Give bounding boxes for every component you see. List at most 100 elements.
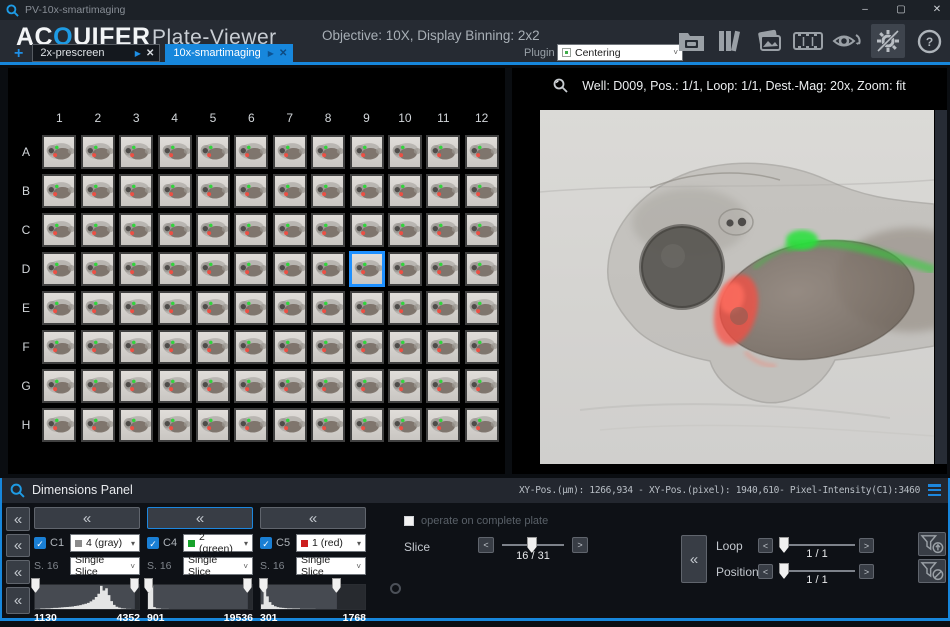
operate-on-plate-checkbox[interactable]	[404, 516, 414, 526]
tab-close-icon[interactable]	[146, 47, 154, 59]
well-A12[interactable]	[465, 135, 499, 169]
minimize-button[interactable]: –	[858, 0, 872, 20]
well-F8[interactable]	[311, 330, 345, 364]
channel-collapse-button[interactable]: «	[260, 507, 366, 529]
well-C4[interactable]	[158, 213, 192, 247]
well-G8[interactable]	[311, 369, 345, 403]
well-C9[interactable]	[350, 213, 384, 247]
channel-histogram[interactable]	[147, 584, 253, 610]
well-D7[interactable]	[273, 252, 307, 286]
well-A5[interactable]	[196, 135, 230, 169]
well-H7[interactable]	[273, 408, 307, 442]
well-E2[interactable]	[81, 291, 115, 325]
well-C8[interactable]	[311, 213, 345, 247]
well-B10[interactable]	[388, 174, 422, 208]
well-B6[interactable]	[234, 174, 268, 208]
well-H6[interactable]	[234, 408, 268, 442]
channel-mode-select[interactable]: Single Slice ˅	[70, 557, 140, 575]
image-export-button[interactable]	[754, 26, 784, 56]
slice-slider[interactable]: 16 / 31	[502, 537, 564, 553]
well-D1[interactable]	[42, 252, 76, 286]
close-button[interactable]: ✕	[930, 0, 944, 20]
well-H12[interactable]	[465, 408, 499, 442]
tab-close-icon[interactable]	[279, 47, 287, 59]
well-B3[interactable]	[119, 174, 153, 208]
slice-next-button[interactable]: >	[572, 537, 588, 553]
position-prev-button[interactable]: <	[758, 564, 773, 579]
channel-color-select[interactable]: 4 (gray) ▾	[70, 534, 140, 552]
channel-color-select[interactable]: 1 (red) ▾	[296, 534, 366, 552]
well-E1[interactable]	[42, 291, 76, 325]
well-H4[interactable]	[158, 408, 192, 442]
tab-2x-prescreen[interactable]: 2x-prescreen	[32, 44, 160, 62]
well-F6[interactable]	[234, 330, 268, 364]
well-H3[interactable]	[119, 408, 153, 442]
well-B2[interactable]	[81, 174, 115, 208]
well-G1[interactable]	[42, 369, 76, 403]
well-E12[interactable]	[465, 291, 499, 325]
reset-icon[interactable]	[390, 583, 401, 594]
well-B5[interactable]	[196, 174, 230, 208]
well-E8[interactable]	[311, 291, 345, 325]
well-D8[interactable]	[311, 252, 345, 286]
well-D9[interactable]	[350, 252, 384, 286]
well-F4[interactable]	[158, 330, 192, 364]
loop-prev-button[interactable]: <	[758, 538, 773, 553]
well-C12[interactable]	[465, 213, 499, 247]
well-H11[interactable]	[426, 408, 460, 442]
well-F12[interactable]	[465, 330, 499, 364]
position-slider-handle[interactable]	[779, 563, 789, 579]
well-D12[interactable]	[465, 252, 499, 286]
channel-color-select[interactable]: 2 (green) ▾	[183, 534, 253, 552]
well-C1[interactable]	[42, 213, 76, 247]
collapse-row-button[interactable]: «	[6, 507, 30, 531]
position-next-button[interactable]: >	[859, 564, 874, 579]
well-D2[interactable]	[81, 252, 115, 286]
well-F1[interactable]	[42, 330, 76, 364]
well-E6[interactable]	[234, 291, 268, 325]
well-D5[interactable]	[196, 252, 230, 286]
well-B12[interactable]	[465, 174, 499, 208]
well-F7[interactable]	[273, 330, 307, 364]
well-D11[interactable]	[426, 252, 460, 286]
well-D3[interactable]	[119, 252, 153, 286]
well-G5[interactable]	[196, 369, 230, 403]
well-D4[interactable]	[158, 252, 192, 286]
well-B11[interactable]	[426, 174, 460, 208]
well-G11[interactable]	[426, 369, 460, 403]
well-C11[interactable]	[426, 213, 460, 247]
position-slider[interactable]: 1 / 1	[779, 563, 855, 579]
well-E11[interactable]	[426, 291, 460, 325]
library-button[interactable]	[715, 26, 745, 56]
well-C10[interactable]	[388, 213, 422, 247]
channel-mode-select[interactable]: Single Slice ˅	[183, 557, 253, 575]
channel-histogram[interactable]	[260, 584, 366, 610]
channel-checkbox[interactable]: ✓	[260, 537, 272, 549]
plugin-select[interactable]: Centering ˅	[557, 44, 683, 61]
well-E7[interactable]	[273, 291, 307, 325]
loop-next-button[interactable]: >	[859, 538, 874, 553]
well-E10[interactable]	[388, 291, 422, 325]
well-E9[interactable]	[350, 291, 384, 325]
well-A7[interactable]	[273, 135, 307, 169]
well-A4[interactable]	[158, 135, 192, 169]
tab-run-icon[interactable]	[268, 47, 274, 59]
movie-export-button[interactable]	[793, 26, 823, 56]
well-A10[interactable]	[388, 135, 422, 169]
settings-button[interactable]	[871, 24, 905, 58]
well-F11[interactable]	[426, 330, 460, 364]
well-F5[interactable]	[196, 330, 230, 364]
view-refresh-button[interactable]	[832, 26, 862, 56]
loop-slider-handle[interactable]	[779, 537, 789, 553]
filter-off-button[interactable]	[918, 559, 946, 583]
loop-slider[interactable]: 1 / 1	[779, 537, 855, 553]
well-A2[interactable]	[81, 135, 115, 169]
well-B9[interactable]	[350, 174, 384, 208]
well-D6[interactable]	[234, 252, 268, 286]
well-F10[interactable]	[388, 330, 422, 364]
well-A8[interactable]	[311, 135, 345, 169]
menu-icon[interactable]	[928, 484, 941, 496]
collapse-row-button[interactable]: «	[6, 534, 30, 557]
well-G7[interactable]	[273, 369, 307, 403]
well-E3[interactable]	[119, 291, 153, 325]
